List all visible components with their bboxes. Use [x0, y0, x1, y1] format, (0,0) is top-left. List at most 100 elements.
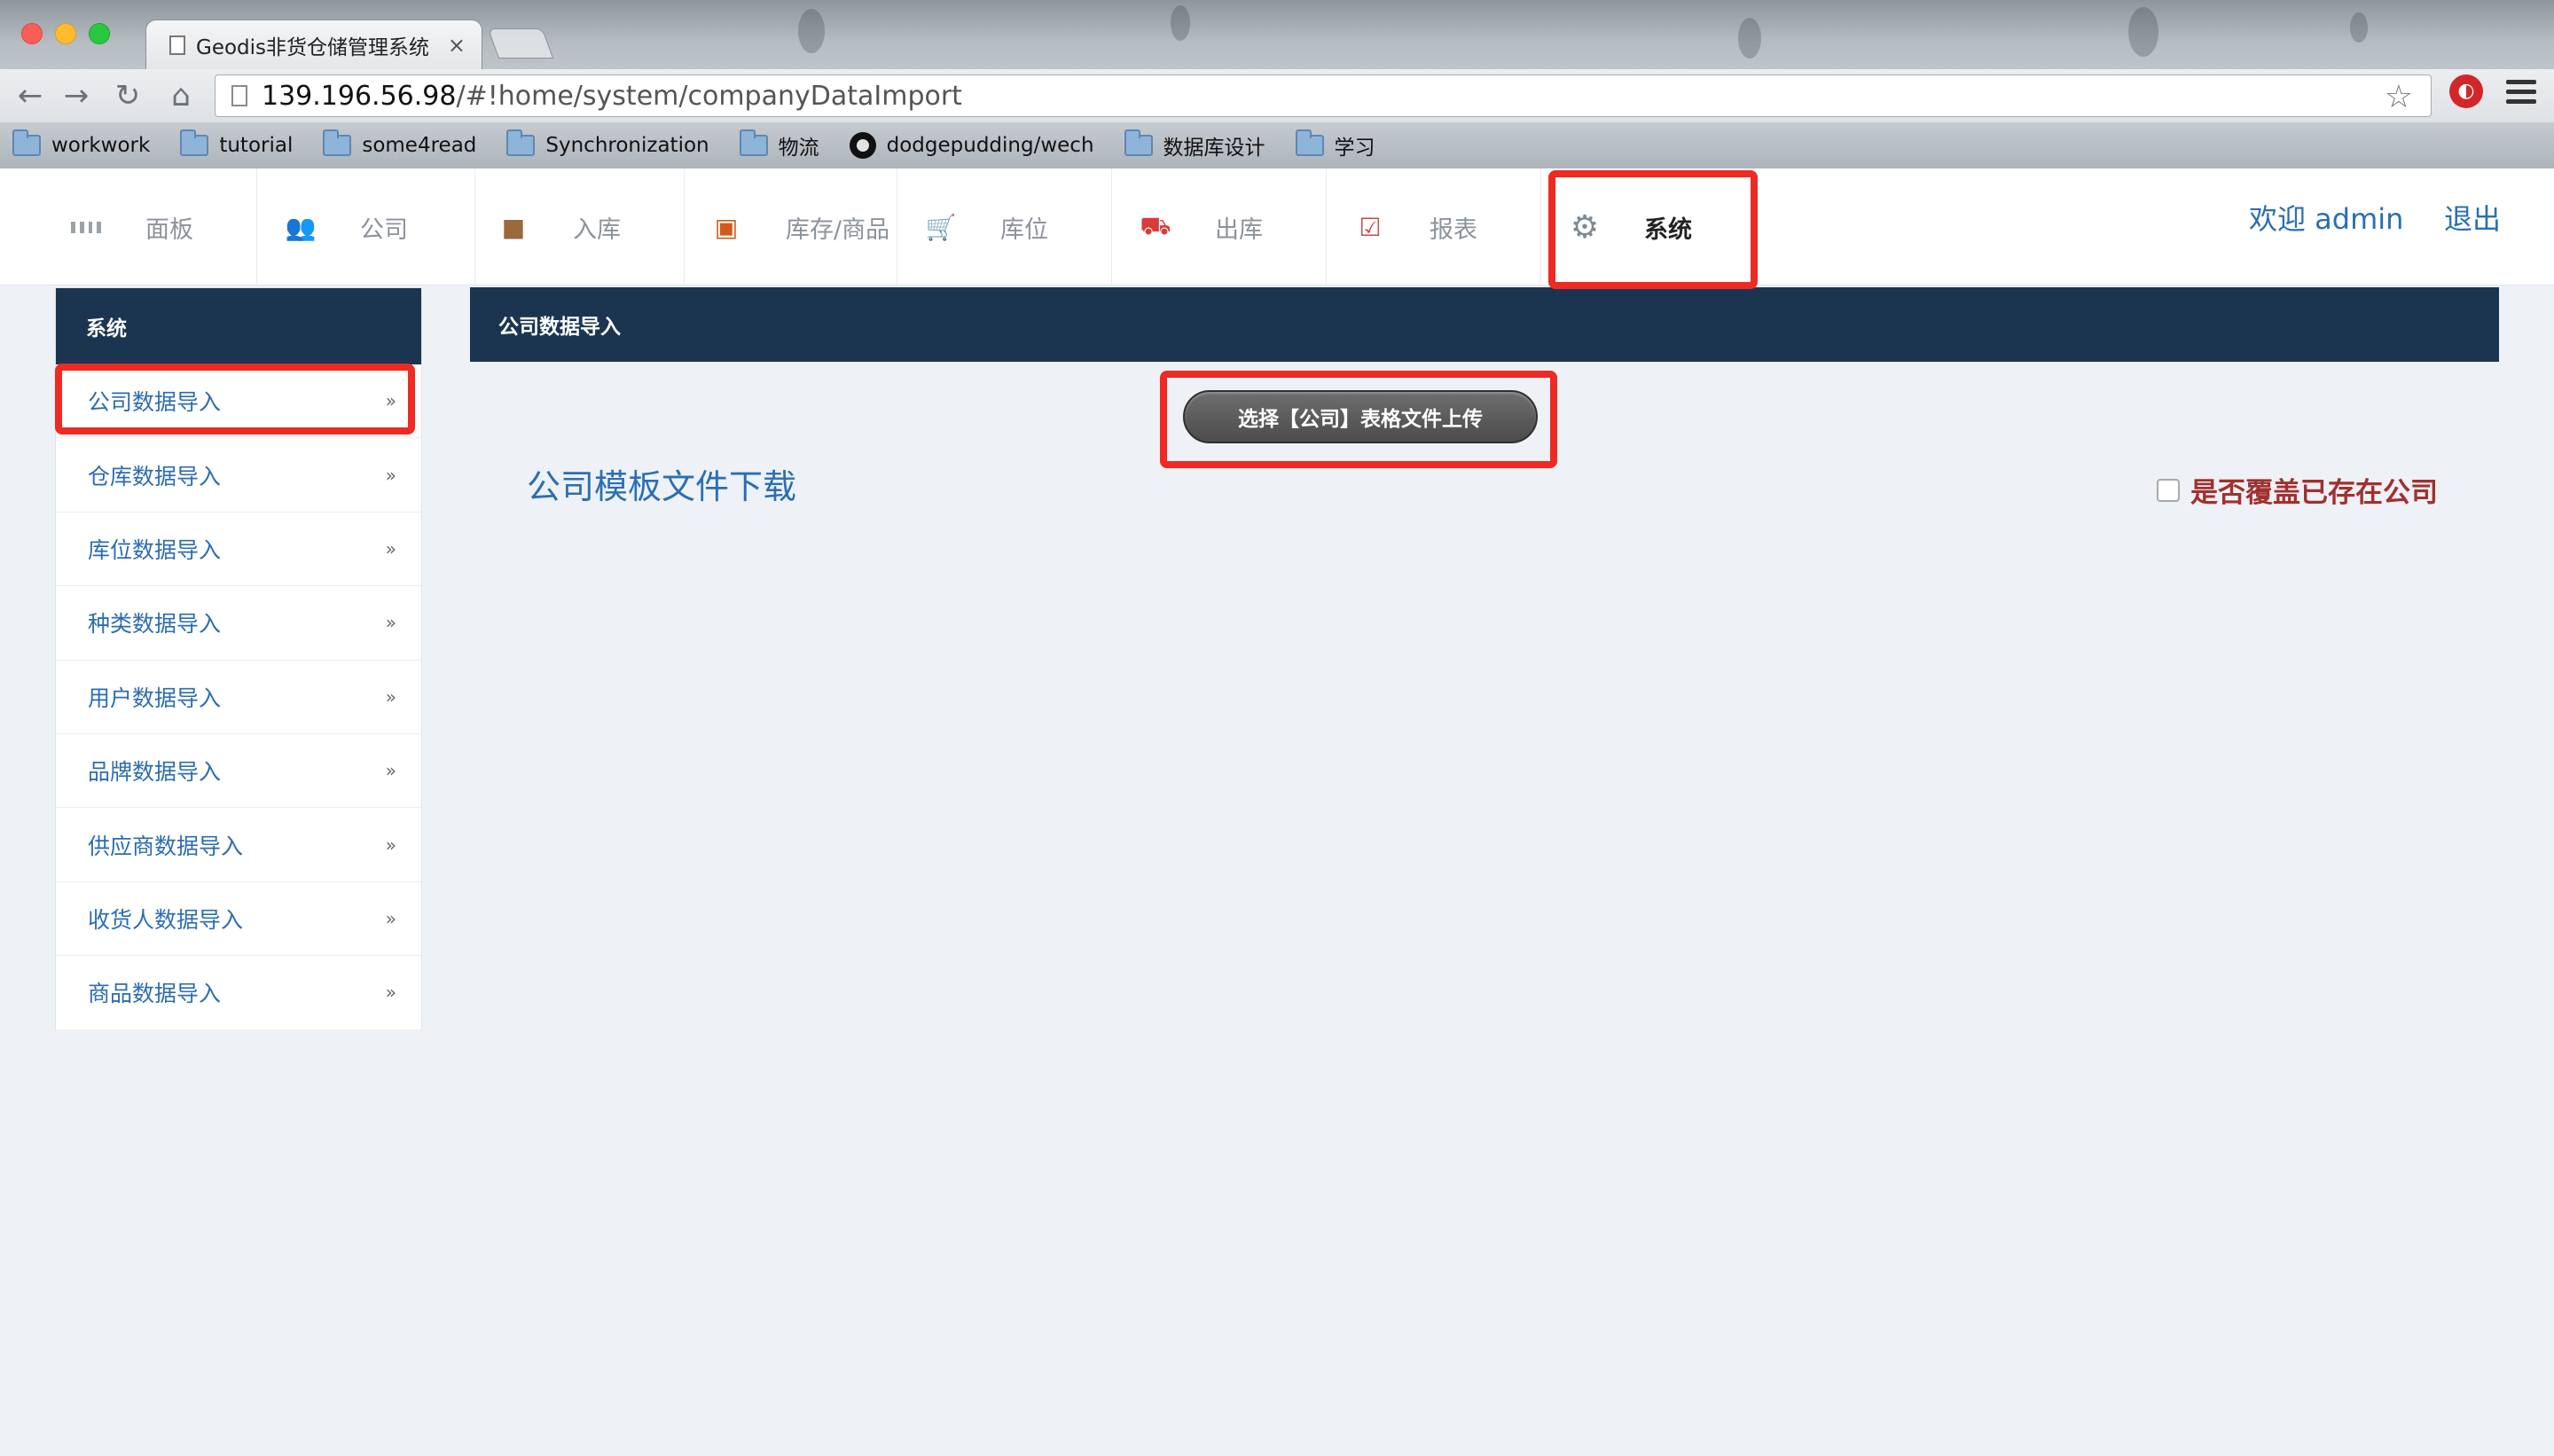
- background-decoration: [1171, 5, 1190, 41]
- browser-tab-active[interactable]: Geodis非货仓储管理系统 ×: [145, 20, 482, 69]
- bookmark-star-icon[interactable]: ☆: [2385, 79, 2413, 115]
- chevron-right-icon: »: [385, 464, 396, 486]
- bookmark-label: 数据库设计: [1163, 137, 1265, 160]
- tab-close-icon[interactable]: ×: [448, 33, 466, 58]
- sidebar-item-product-import[interactable]: 商品数据导入 »: [56, 956, 421, 1030]
- url-host: 139.196.56.98: [262, 80, 457, 112]
- chevron-right-icon: »: [385, 612, 396, 634]
- bookmark-some4read[interactable]: some4read: [323, 129, 476, 157]
- sidebar-item-category-import[interactable]: 种类数据导入 »: [56, 586, 421, 661]
- annotation-box-system: [1548, 170, 1758, 289]
- background-decoration: [1738, 18, 1761, 59]
- bookmark-tutorial[interactable]: tutorial: [180, 129, 294, 157]
- topnav-company[interactable]: 👥 公司: [286, 168, 475, 286]
- chevron-right-icon: »: [385, 685, 396, 708]
- background-decoration: [798, 9, 825, 53]
- new-tab-button[interactable]: [487, 28, 554, 59]
- topnav-outbound[interactable]: ⛟ 出库: [1140, 168, 1327, 286]
- page-icon: [231, 85, 247, 106]
- template-download-link[interactable]: 公司模板文件下载: [527, 459, 796, 508]
- window-maximize-button[interactable]: [89, 23, 110, 44]
- overwrite-option[interactable]: 是否覆盖已存在公司: [2157, 470, 2438, 510]
- annotation-box-upload: [1160, 371, 1557, 468]
- topnav-label: 公司: [360, 215, 408, 244]
- sidebar-item-label: 供应商数据导入: [88, 833, 244, 859]
- background-decoration: [2128, 7, 2158, 57]
- browser-toolbar: ← → ↻ ⌂ 139.196.56.98 /#!home/system/com…: [0, 69, 2554, 122]
- browser-chrome: Geodis非货仓储管理系统 × ← → ↻ ⌂ 139.196.56.98 /…: [0, 0, 2554, 168]
- topnav-label: 报表: [1430, 215, 1477, 244]
- bookmark-synchronization[interactable]: Synchronization: [506, 129, 709, 157]
- sidebar-item-user-import[interactable]: 用户数据导入 »: [56, 661, 421, 734]
- window-minimize-button[interactable]: [55, 23, 76, 44]
- sidebar-item-warehouse-import[interactable]: 仓库数据导入 »: [56, 438, 421, 513]
- chevron-right-icon: »: [385, 834, 396, 856]
- page-title: 公司数据导入: [470, 287, 2499, 362]
- topnav-inventory[interactable]: ▣ 库存/商品: [711, 168, 897, 286]
- address-bar[interactable]: 139.196.56.98 /#!home/system/companyData…: [215, 74, 2432, 117]
- overwrite-checkbox[interactable]: [2157, 478, 2180, 502]
- annotation-box-sidebar: [55, 364, 415, 434]
- chevron-right-icon: »: [385, 760, 396, 782]
- bookmark-label: 物流: [778, 137, 819, 160]
- chevron-right-icon: »: [385, 982, 396, 1004]
- topnav-dashboard[interactable]: 面板: [71, 168, 257, 286]
- back-arrow-icon[interactable]: ←: [12, 78, 48, 114]
- clipboard-icon: ☑: [1359, 212, 1382, 242]
- hamburger-menu-icon[interactable]: [2506, 80, 2536, 109]
- sidebar-item-brand-import[interactable]: 品牌数据导入 »: [56, 734, 421, 809]
- folder-icon: [739, 129, 768, 156]
- topnav-label: 出库: [1215, 215, 1263, 244]
- topnav-label: 入库: [573, 215, 621, 244]
- folder-icon: [12, 129, 41, 156]
- sidebar-item-supplier-import[interactable]: 供应商数据导入 »: [56, 808, 421, 882]
- bookmark-github[interactable]: dodgepudding/wech: [849, 132, 1094, 159]
- bookmark-logistics[interactable]: 物流: [739, 129, 819, 160]
- folder-icon: [323, 129, 352, 156]
- bookmark-label: workwork: [51, 134, 151, 157]
- people-icon: 👥: [285, 212, 317, 242]
- chevron-right-icon: »: [385, 907, 396, 929]
- window-close-button[interactable]: [21, 23, 43, 44]
- bookmark-label: tutorial: [219, 134, 294, 157]
- sidebar-item-label: 收货人数据导入: [88, 906, 244, 933]
- tab-title: Geodis非货仓储管理系统: [196, 35, 430, 59]
- topnav-inbound[interactable]: ■ 入库: [498, 168, 685, 286]
- extension-icon[interactable]: ◐: [2449, 74, 2483, 108]
- sidebar-item-label: 品牌数据导入: [88, 759, 222, 786]
- sidebar-title: 系统: [56, 288, 421, 364]
- sidebar-item-label: 库位数据导入: [88, 536, 222, 563]
- sidebar-item-label: 种类数据导入: [88, 611, 222, 638]
- page-icon: [169, 35, 185, 55]
- github-icon: [849, 132, 876, 159]
- forward-arrow-icon[interactable]: →: [59, 78, 94, 114]
- box-icon: ■: [501, 212, 526, 242]
- stack-icon: ▣: [714, 212, 739, 242]
- topnav-location[interactable]: 🛒 库位: [926, 168, 1112, 286]
- folder-icon: [506, 129, 536, 156]
- topnav-report[interactable]: ☑ 报表: [1355, 168, 1541, 286]
- bookmark-label: dodgepudding/wech: [886, 134, 1094, 157]
- bookmarks-bar: workwork tutorial some4read Synchronizat…: [0, 122, 2554, 168]
- sidebar-item-label: 用户数据导入: [88, 685, 222, 711]
- welcome-user-link[interactable]: 欢迎 admin: [2249, 197, 2403, 238]
- home-icon[interactable]: ⌂: [163, 78, 199, 114]
- dashboard-icon: [71, 212, 101, 242]
- sidebar-item-consignee-import[interactable]: 收货人数据导入 »: [56, 882, 421, 957]
- reload-icon[interactable]: ↻: [110, 78, 145, 114]
- topnav-label: 库存/商品: [786, 215, 890, 244]
- truck-icon: ⛟: [1140, 210, 1171, 240]
- app-top-navigation: 面板 👥 公司 ■ 入库 ▣ 库存/商品 🛒 库位 ⛟ 出库 ☑ 报表 ⚙ 系统: [0, 168, 2554, 286]
- bookmark-study[interactable]: 学习: [1295, 129, 1375, 160]
- sidebar-item-label: 商品数据导入: [88, 981, 222, 1007]
- overwrite-label: 是否覆盖已存在公司: [2190, 477, 2438, 509]
- bookmark-label: Synchronization: [545, 134, 709, 157]
- sidebar-item-location-import[interactable]: 库位数据导入 »: [56, 513, 421, 587]
- url-path: /#!home/system/companyDataImport: [456, 80, 962, 112]
- bookmark-db-design[interactable]: 数据库设计: [1124, 129, 1265, 160]
- bookmark-label: 学习: [1334, 137, 1375, 160]
- logout-link[interactable]: 退出: [2444, 197, 2501, 238]
- folder-icon: [180, 129, 209, 156]
- cart-icon: 🛒: [925, 212, 957, 242]
- bookmark-workwork[interactable]: workwork: [12, 129, 151, 157]
